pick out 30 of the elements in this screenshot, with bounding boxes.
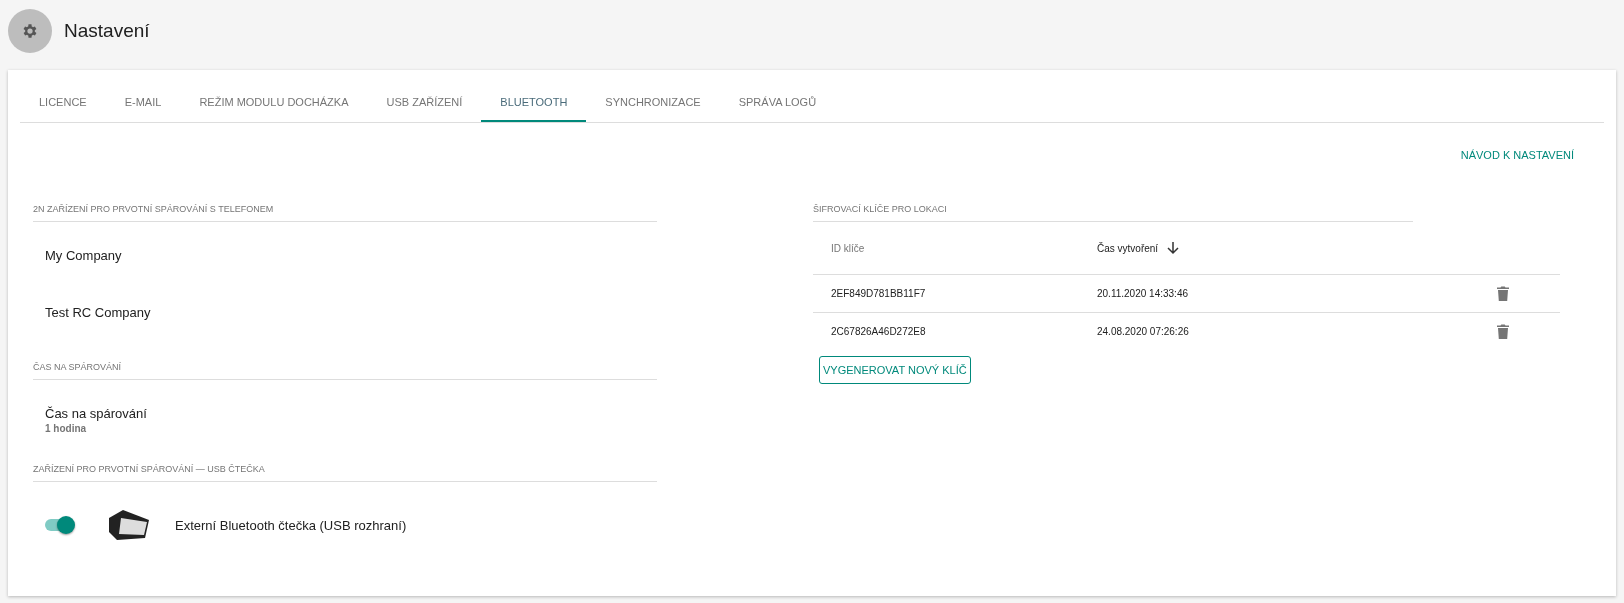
guide-link[interactable]: NÁVOD K NASTAVENÍ (1460, 149, 1574, 189)
section-heading: ČAS NA SPÁROVÁNÍ (33, 362, 657, 380)
page-title: Nastavení (64, 19, 150, 42)
sort-arrow-icon[interactable] (1166, 241, 1181, 255)
setting-label: Čas na spárování (45, 406, 148, 421)
tab[interactable]: E-MAIL (105, 70, 181, 122)
table-cell-text: 20.11.2020 14:33:46 (1097, 288, 1189, 299)
toggle-switch[interactable] (45, 519, 73, 531)
section-heading: ŠIFROVACÍ KLÍČE PRO LOKACI (813, 204, 1413, 222)
generate-key-button[interactable]: VYGENEROVAT NOVÝ KLÍČ (819, 356, 971, 384)
trash-icon[interactable] (1497, 324, 1509, 339)
table-cell-text: 24.08.2020 07:26:26 (1097, 326, 1190, 337)
tab[interactable]: BLUETOOTH (481, 70, 587, 122)
table-cell-text: 2C67826A46D272E8 (830, 326, 927, 337)
setting-value: 1 hodina (45, 423, 88, 434)
tab[interactable]: SPRÁVA LOGŮ (719, 70, 836, 122)
table-cell-text: 2EF849D781BB11F7 (830, 288, 927, 299)
section-heading: ZAŘÍZENÍ PRO PRVOTNÍ SPÁROVÁNÍ — USB ČTEČKA (33, 464, 657, 482)
column-header[interactable]: Čas vytvoření (1097, 242, 1159, 254)
list-item[interactable]: Test RC Company (33, 279, 657, 336)
tab[interactable]: USB ZAŘÍZENÍ (367, 70, 482, 122)
section-heading: 2N ZAŘÍZENÍ PRO PRVOTNÍ SPÁROVÁNÍ S TELEFONEM (33, 204, 657, 222)
tab[interactable]: SYNCHRONIZACE (586, 70, 720, 122)
list-item[interactable]: My Company (33, 222, 657, 279)
tab[interactable]: REŽIM MODULU DOCHÁZKA (180, 70, 368, 122)
trash-icon[interactable] (1497, 286, 1509, 301)
device-label: Externí Bluetooth čtečka (USB rozhraní) (175, 517, 407, 533)
tab[interactable]: LICENCE (20, 70, 106, 122)
settings-icon (21, 21, 39, 40)
column-header[interactable]: ID klíče (831, 242, 865, 254)
